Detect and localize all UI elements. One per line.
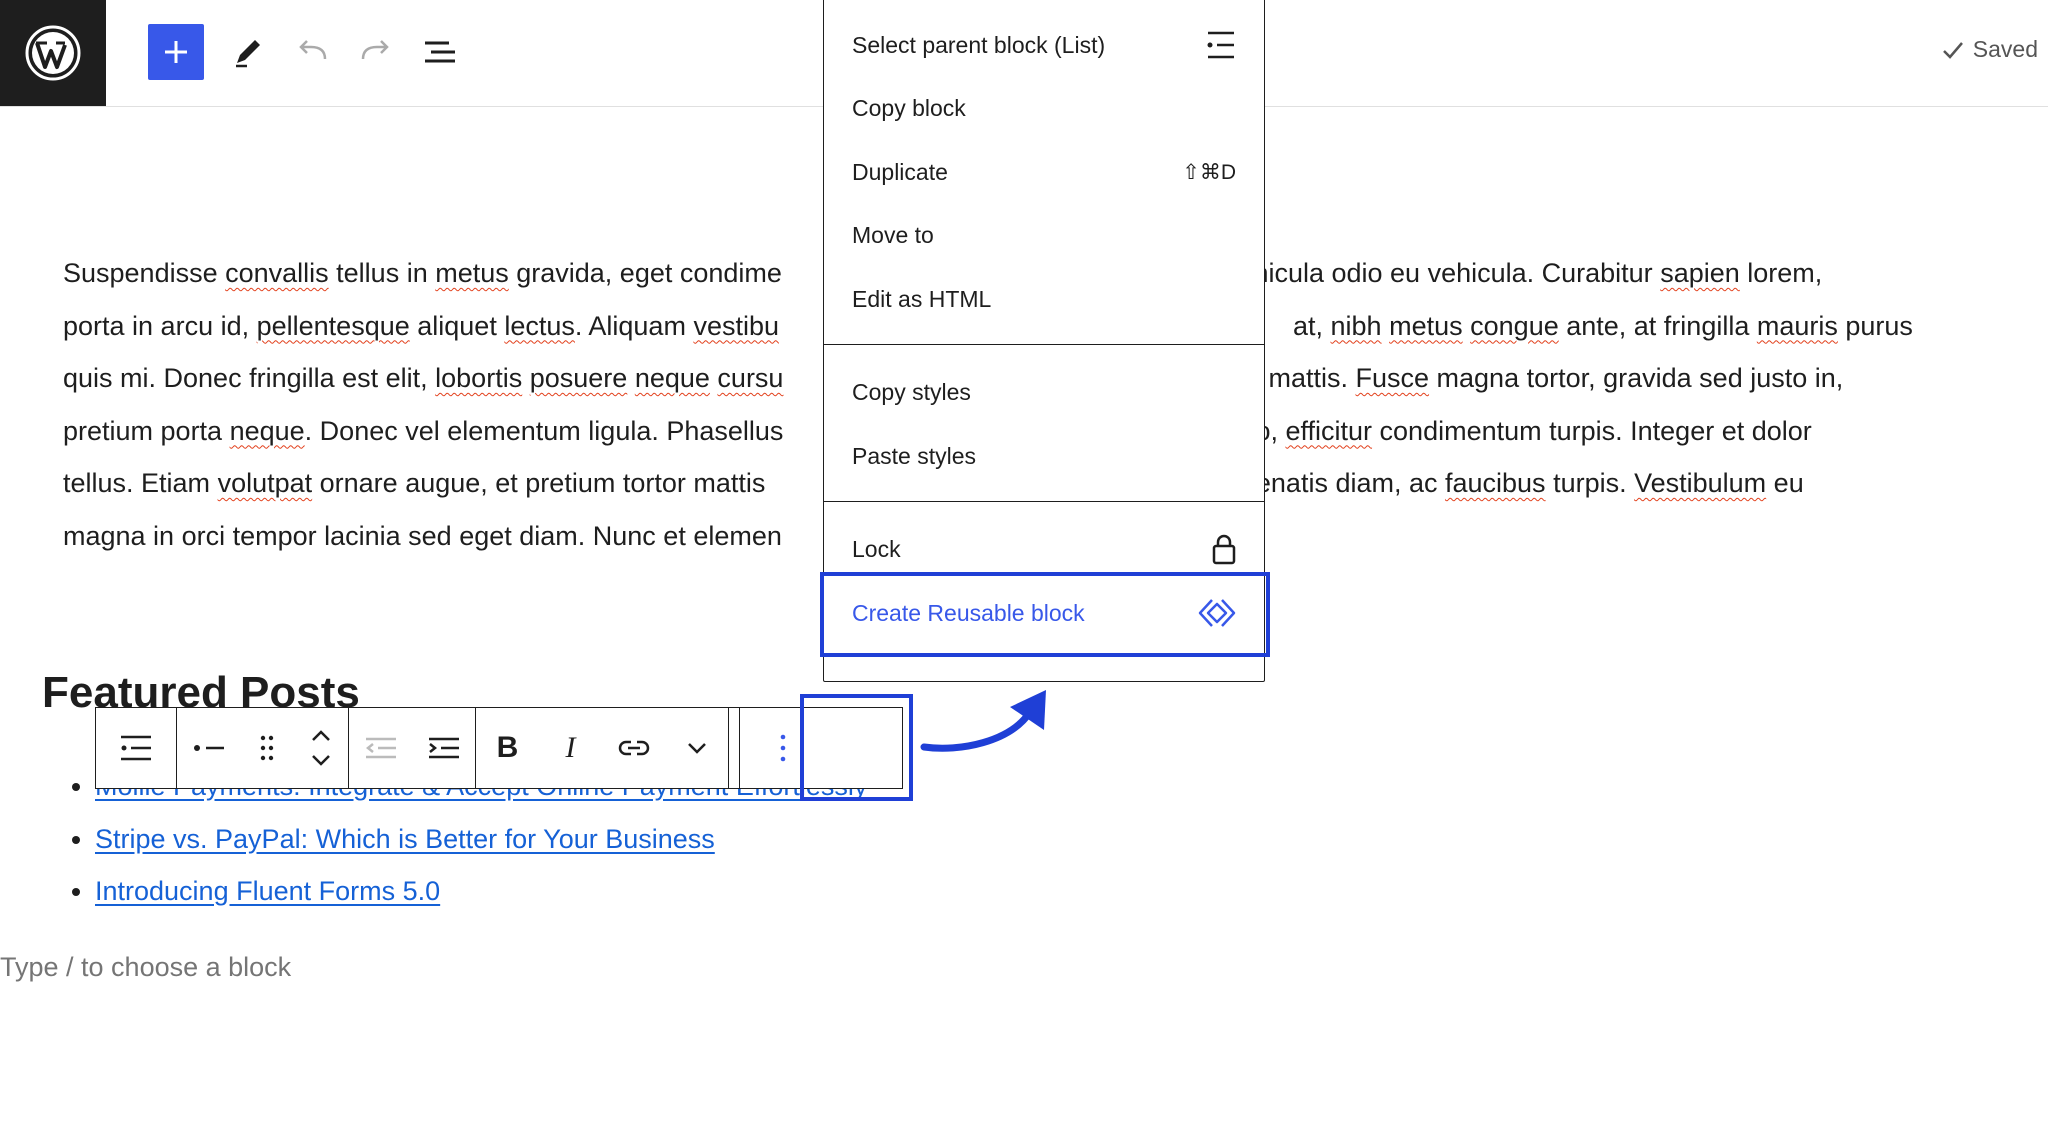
annotation-arrow-icon bbox=[920, 690, 1046, 752]
